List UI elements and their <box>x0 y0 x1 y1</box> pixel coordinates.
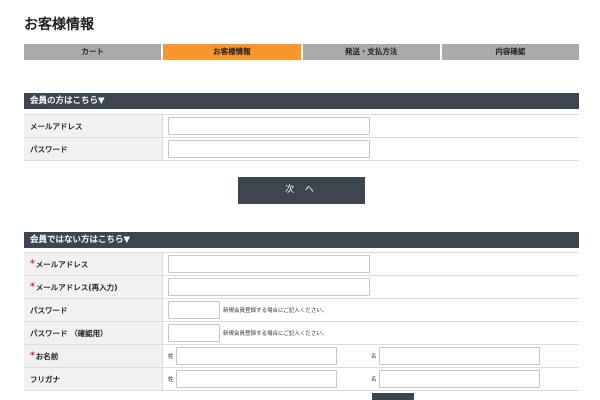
kana-first-prefix: 名 <box>371 377 377 383</box>
kana-first-input[interactable] <box>379 370 540 388</box>
guest-email-confirm-label: メールアドレス(再入力) <box>35 282 118 292</box>
kana-first-group: 名 <box>371 370 540 388</box>
guest-password-confirm-row: パスワード （確認用） 新規会員登録する場合にご記入ください。 <box>24 322 579 345</box>
step-confirm: 内容確認 <box>441 44 579 60</box>
guest-name-row: * お名前 姓 名 <box>24 345 579 368</box>
guest-password-row: パスワード 新規会員登録する場合にご記入ください。 <box>24 299 579 322</box>
step-shipping-payment: 発送・支払方法 <box>302 44 440 60</box>
guest-kana-label: フリガナ <box>24 368 163 390</box>
kana-last-input[interactable] <box>176 370 337 388</box>
guest-password-confirm-note: 新規会員登録する場合にご記入ください。 <box>223 331 328 337</box>
guest-password-confirm-input[interactable] <box>168 324 220 342</box>
checkout-steps: カート お客様情報 発送・支払方法 内容確認 <box>24 44 579 60</box>
first-name-prefix: 名 <box>371 354 377 360</box>
required-mark: * <box>30 351 35 361</box>
guest-password-label: パスワード <box>24 299 163 321</box>
guest-password-input[interactable] <box>168 301 220 319</box>
member-password-row: パスワード <box>24 138 579 161</box>
guest-password-note: 新規会員登録する場合にご記入ください。 <box>223 308 328 314</box>
member-email-input[interactable] <box>168 117 370 135</box>
guest-registration-form: * メールアドレス * メールアドレス(再入力) パスワード 新規会員登録する場… <box>24 252 579 391</box>
member-section-heading: 会員の方はこちら▼ <box>24 93 579 109</box>
guest-section-heading: 会員ではない方はこちら▼ <box>24 232 579 248</box>
kana-last-group: 姓 <box>168 370 337 388</box>
step-cart: カート <box>24 44 162 60</box>
required-mark: * <box>30 259 35 269</box>
guest-email-confirm-row: * メールアドレス(再入力) <box>24 276 579 299</box>
last-name-prefix: 姓 <box>168 354 174 360</box>
address-search-button[interactable] <box>372 393 414 400</box>
member-password-label: パスワード <box>24 138 163 160</box>
last-name-group: 姓 <box>168 347 337 365</box>
first-name-group: 名 <box>371 347 540 365</box>
first-name-input[interactable] <box>379 347 540 365</box>
page-title: お客様情報 <box>24 17 94 33</box>
step-customer-info: お客様情報 <box>163 44 301 60</box>
member-password-input[interactable] <box>168 140 370 158</box>
guest-email-confirm-input[interactable] <box>168 278 370 296</box>
guest-email-label: メールアドレス <box>35 259 89 269</box>
member-login-form: メールアドレス パスワード <box>24 114 579 161</box>
guest-kana-row: フリガナ 姓 名 <box>24 368 579 391</box>
member-email-label: メールアドレス <box>24 115 163 137</box>
next-button[interactable]: 次 へ <box>238 177 365 204</box>
last-name-input[interactable] <box>176 347 337 365</box>
guest-password-confirm-label: パスワード （確認用） <box>24 322 163 344</box>
member-email-row: メールアドレス <box>24 115 579 138</box>
guest-email-input[interactable] <box>168 255 370 273</box>
kana-last-prefix: 姓 <box>168 377 174 383</box>
guest-email-row: * メールアドレス <box>24 253 579 276</box>
required-mark: * <box>30 282 35 292</box>
guest-name-label: お名前 <box>35 351 59 361</box>
